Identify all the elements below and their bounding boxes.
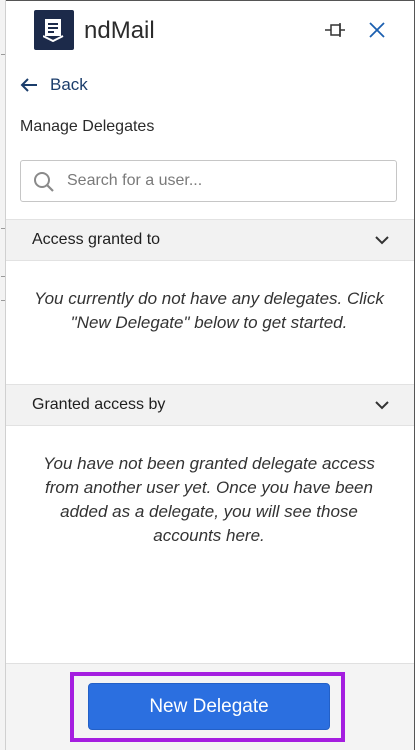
search-icon (34, 172, 54, 192)
close-icon[interactable] (366, 19, 388, 41)
back-button[interactable]: Back (20, 74, 88, 96)
app-title: ndMail (84, 17, 155, 44)
granted-access-by-header[interactable]: Granted access by (6, 384, 414, 426)
section-label: Access granted to (32, 231, 161, 248)
new-delegate-button[interactable]: New Delegate (88, 683, 330, 730)
back-label: Back (50, 75, 88, 94)
access-granted-to-header[interactable]: Access granted to (6, 219, 414, 261)
add-in-panel (0, 0, 415, 750)
logo-icon (34, 10, 74, 50)
section-label: Granted access by (32, 396, 166, 413)
granted-access-by-empty-text: You have not been granted delegate acces… (43, 454, 375, 545)
chevron-down-icon[interactable] (374, 398, 390, 412)
host-window-edge (0, 0, 6, 750)
chevron-down-icon[interactable] (374, 233, 390, 247)
search-box (20, 160, 397, 202)
page-title: Manage Delegates (20, 118, 155, 135)
access-granted-to-empty-text: You currently do not have any delegates.… (34, 289, 384, 332)
search-input[interactable] (67, 162, 387, 200)
pin-icon[interactable] (324, 20, 346, 40)
back-arrow-icon (20, 78, 37, 92)
panel-header: ndMail (6, 0, 415, 62)
